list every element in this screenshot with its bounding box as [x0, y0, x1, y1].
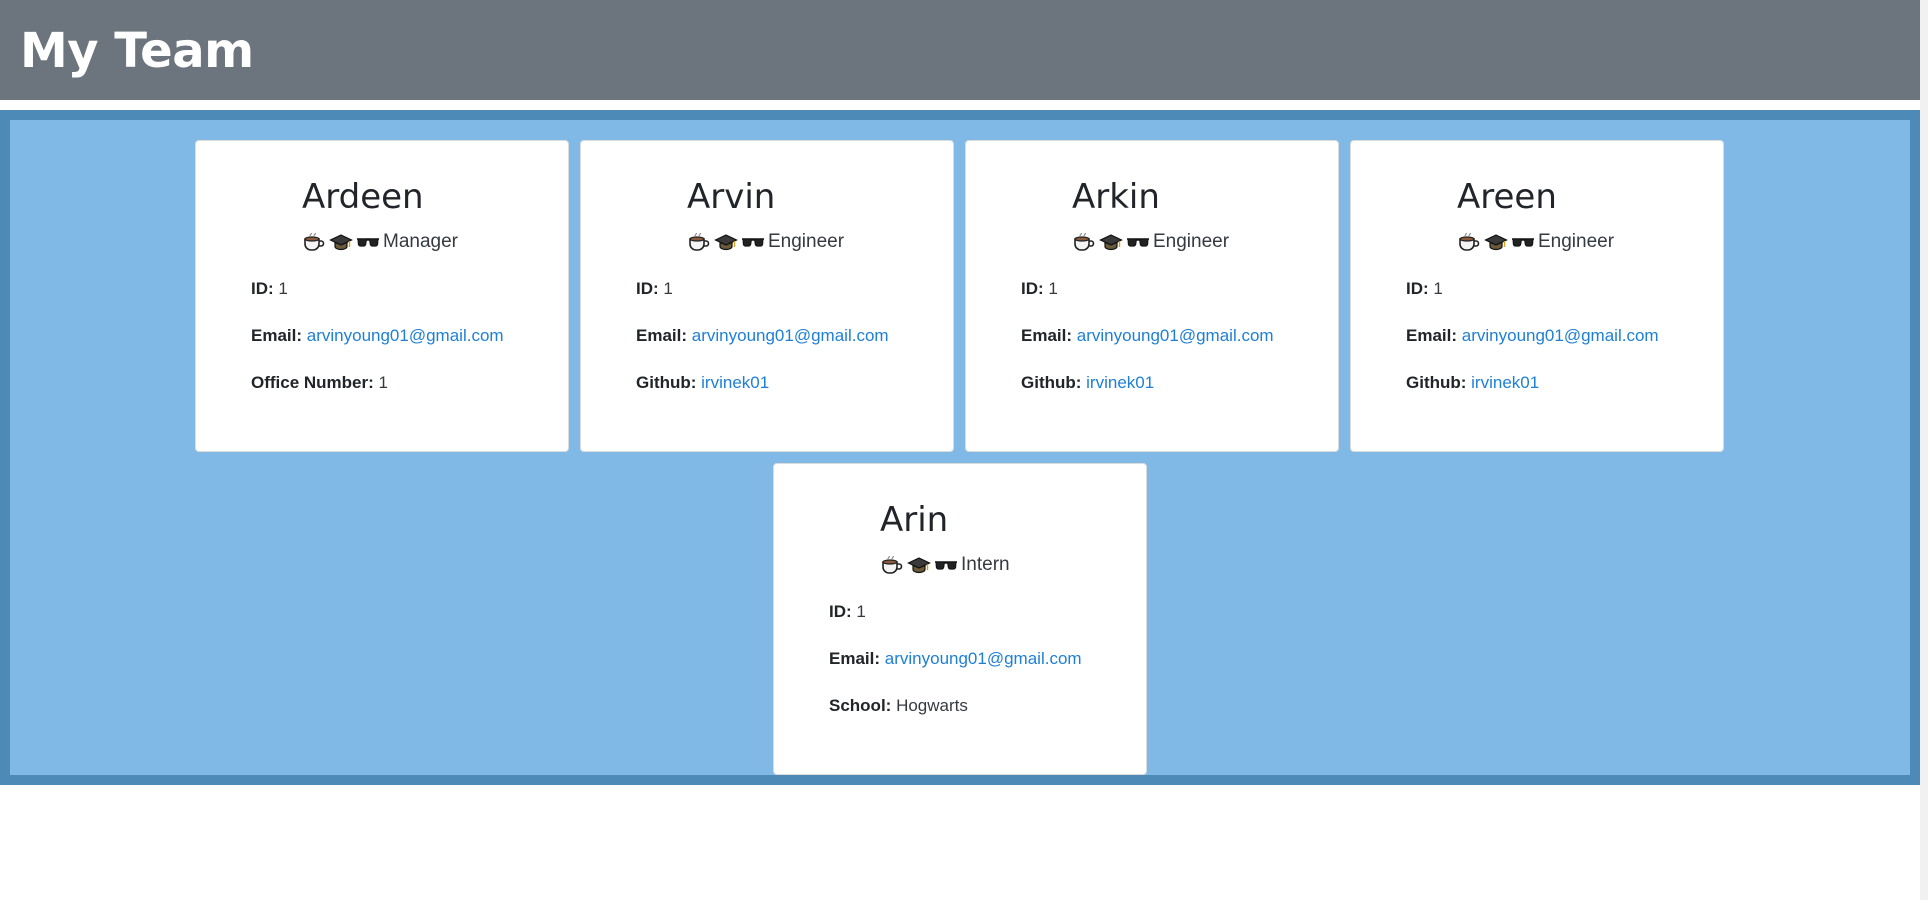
graduation-cap-icon	[714, 230, 738, 254]
employee-name: Ardeen	[302, 177, 424, 217]
coffee-icon	[302, 230, 326, 254]
employee-name: Arin	[880, 500, 949, 540]
page-scrollbar[interactable]	[1920, 0, 1928, 900]
employee-role-row: Engineer	[1072, 229, 1229, 255]
email-label: Email:	[1021, 326, 1073, 345]
school-value: Hogwarts	[896, 696, 968, 715]
github-link[interactable]: irvinek01	[1086, 373, 1154, 392]
sunglasses-icon	[741, 230, 765, 254]
office-number-value: 1	[378, 373, 388, 392]
page-title: My Team	[20, 23, 254, 79]
coffee-icon	[880, 553, 904, 577]
graduation-cap-icon	[1099, 230, 1123, 254]
email-link[interactable]: arvinyoung01@gmail.com	[692, 326, 889, 345]
employee-card-arvin: Arvin Engineer ID: 1 Email: arvinyoung01…	[580, 140, 954, 452]
employee-name: Areen	[1457, 177, 1557, 217]
employee-name: Arvin	[687, 177, 776, 217]
employee-email: Email: arvinyoung01@gmail.com	[1406, 325, 1659, 347]
email-link[interactable]: arvinyoung01@gmail.com	[307, 326, 504, 345]
graduation-cap-icon	[907, 553, 931, 577]
employee-role-row: Intern	[880, 552, 1010, 578]
employee-card-arin: Arin Intern ID: 1 Email: arvinyoung01@gm…	[773, 463, 1147, 775]
github-label: Github:	[1406, 373, 1467, 392]
employee-github: Github: irvinek01	[1021, 372, 1154, 394]
email-label: Email:	[1406, 326, 1458, 345]
employee-github: Github: irvinek01	[1406, 372, 1539, 394]
employee-email: Email: arvinyoung01@gmail.com	[1021, 325, 1274, 347]
employee-role-row: Engineer	[687, 229, 844, 255]
employee-id: ID: 1	[1021, 278, 1058, 300]
id-value: 1	[1048, 279, 1058, 298]
email-label: Email:	[251, 326, 303, 345]
graduation-cap-icon	[1484, 230, 1508, 254]
employee-role: Engineer	[1153, 231, 1230, 252]
sunglasses-icon	[934, 553, 958, 577]
id-label: ID:	[829, 602, 852, 621]
email-link[interactable]: arvinyoung01@gmail.com	[1077, 326, 1274, 345]
employee-name: Arkin	[1072, 177, 1160, 217]
github-label: Github:	[1021, 373, 1082, 392]
team-container: Ardeen Manager ID: 1 Email: arvinyoung01…	[10, 120, 1910, 775]
coffee-icon	[1457, 230, 1481, 254]
email-link[interactable]: arvinyoung01@gmail.com	[1462, 326, 1659, 345]
employee-role-row: Engineer	[1457, 229, 1614, 255]
id-label: ID:	[251, 279, 274, 298]
email-label: Email:	[829, 649, 881, 668]
employee-card-arkin: Arkin Engineer ID: 1 Email: arvinyoung01…	[965, 140, 1339, 452]
github-link[interactable]: irvinek01	[701, 373, 769, 392]
employee-role: Manager	[383, 231, 458, 252]
email-label: Email:	[636, 326, 688, 345]
id-label: ID:	[1406, 279, 1429, 298]
employee-id: ID: 1	[1406, 278, 1443, 300]
employee-school: School: Hogwarts	[829, 695, 968, 717]
employee-role: Intern	[961, 554, 1010, 575]
github-link[interactable]: irvinek01	[1471, 373, 1539, 392]
page-header: My Team	[0, 0, 1920, 100]
id-label: ID:	[636, 279, 659, 298]
employee-card-ardeen: Ardeen Manager ID: 1 Email: arvinyoung01…	[195, 140, 569, 452]
office-number-label: Office Number:	[251, 373, 374, 392]
sunglasses-icon	[1511, 230, 1535, 254]
employee-id: ID: 1	[251, 278, 288, 300]
employee-email: Email: arvinyoung01@gmail.com	[829, 648, 1082, 670]
employee-card-areen: Areen Engineer ID: 1 Email: arvinyoung01…	[1350, 140, 1724, 452]
coffee-icon	[1072, 230, 1096, 254]
employee-github: Github: irvinek01	[636, 372, 769, 394]
id-value: 1	[856, 602, 866, 621]
employee-role: Engineer	[768, 231, 845, 252]
employee-email: Email: arvinyoung01@gmail.com	[636, 325, 889, 347]
graduation-cap-icon	[329, 230, 353, 254]
employee-role-row: Manager	[302, 229, 458, 255]
id-value: 1	[663, 279, 673, 298]
employee-id: ID: 1	[636, 278, 673, 300]
coffee-icon	[687, 230, 711, 254]
school-label: School:	[829, 696, 892, 715]
id-label: ID:	[1021, 279, 1044, 298]
sunglasses-icon	[1126, 230, 1150, 254]
employee-id: ID: 1	[829, 601, 866, 623]
github-label: Github:	[636, 373, 697, 392]
team-section: Ardeen Manager ID: 1 Email: arvinyoung01…	[0, 110, 1920, 785]
email-link[interactable]: arvinyoung01@gmail.com	[885, 649, 1082, 668]
employee-office-number: Office Number: 1	[251, 372, 388, 394]
employee-role: Engineer	[1538, 231, 1615, 252]
id-value: 1	[1433, 279, 1443, 298]
sunglasses-icon	[356, 230, 380, 254]
employee-email: Email: arvinyoung01@gmail.com	[251, 325, 504, 347]
id-value: 1	[278, 279, 288, 298]
